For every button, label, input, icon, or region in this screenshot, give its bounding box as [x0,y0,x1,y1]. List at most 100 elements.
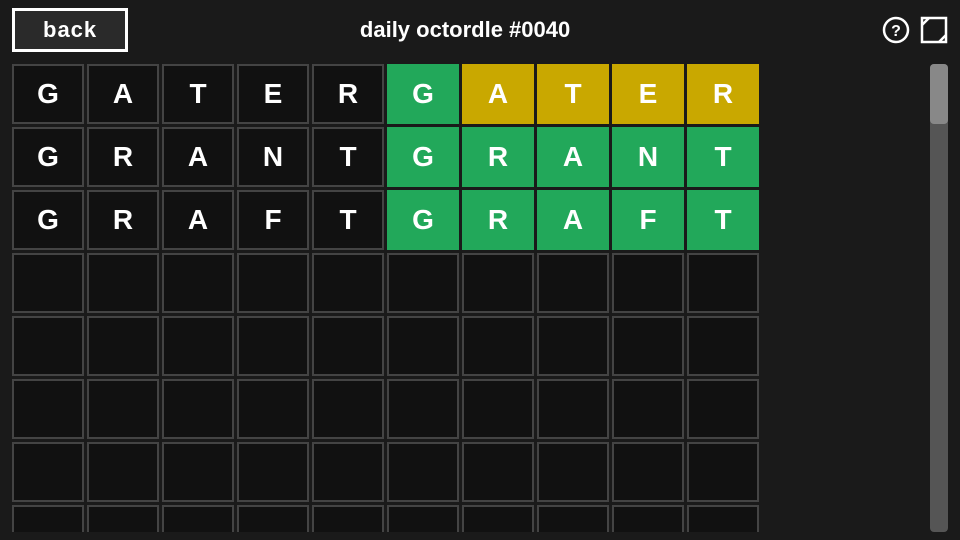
cell-6-1 [87,442,159,502]
game-title: daily octordle #0040 [64,17,866,43]
cell-1-1: R [87,127,159,187]
svg-text:?: ? [891,23,901,40]
cell-2-3: F [237,190,309,250]
help-button[interactable]: ? [882,16,910,44]
cell-3-3 [237,253,309,313]
cell-5-1 [87,379,159,439]
cell-7-9 [687,505,759,532]
cell-1-5: G [387,127,459,187]
grid-row-2: GRAFTGRAFT [12,190,924,250]
cell-3-4 [312,253,384,313]
cell-0-3: E [237,64,309,124]
cell-6-4 [312,442,384,502]
cell-6-9 [687,442,759,502]
cell-6-2 [162,442,234,502]
cell-1-8: N [612,127,684,187]
cell-5-5 [387,379,459,439]
cell-7-7 [537,505,609,532]
cell-3-2 [162,253,234,313]
cell-2-4: T [312,190,384,250]
cell-0-5: G [387,64,459,124]
cell-2-6: R [462,190,534,250]
scrollbar-thumb[interactable] [930,64,948,124]
cell-1-0: G [12,127,84,187]
cell-5-8 [612,379,684,439]
grid-row-1: GRANTGRANT [12,127,924,187]
cell-2-2: A [162,190,234,250]
cell-4-2 [162,316,234,376]
grid-row-6 [12,442,924,502]
cell-4-4 [312,316,384,376]
cell-0-1: A [87,64,159,124]
cell-7-6 [462,505,534,532]
scrollbar-track[interactable] [930,64,948,532]
grid-row-0: GATERGATER [12,64,924,124]
cell-2-9: T [687,190,759,250]
cell-6-8 [612,442,684,502]
cell-7-3 [237,505,309,532]
cell-6-5 [387,442,459,502]
cell-4-9 [687,316,759,376]
cell-2-7: A [537,190,609,250]
cell-3-7 [537,253,609,313]
cell-3-5 [387,253,459,313]
cell-3-1 [87,253,159,313]
main-area: GATERGATERGRANTGRANTGRAFTGRAFT [0,60,960,540]
cell-3-9 [687,253,759,313]
cell-5-3 [237,379,309,439]
cell-5-0 [12,379,84,439]
cell-7-0 [12,505,84,532]
cell-7-2 [162,505,234,532]
cell-3-0 [12,253,84,313]
cell-6-7 [537,442,609,502]
help-icon: ? [882,16,910,44]
cell-4-8 [612,316,684,376]
cell-4-1 [87,316,159,376]
cell-5-6 [462,379,534,439]
cell-6-3 [237,442,309,502]
cell-0-7: T [537,64,609,124]
header: back daily octordle #0040 ? [0,0,960,60]
cell-4-5 [387,316,459,376]
cell-4-7 [537,316,609,376]
cell-1-7: A [537,127,609,187]
cell-1-3: N [237,127,309,187]
cell-4-3 [237,316,309,376]
cell-1-4: T [312,127,384,187]
cell-4-0 [12,316,84,376]
cell-5-4 [312,379,384,439]
grid-container: GATERGATERGRANTGRANTGRAFTGRAFT [12,64,924,532]
cell-0-8: E [612,64,684,124]
cell-7-1 [87,505,159,532]
grid-row-4 [12,316,924,376]
grid-row-5 [12,379,924,439]
cell-0-6: A [462,64,534,124]
cell-0-4: R [312,64,384,124]
cell-2-0: G [12,190,84,250]
cell-4-6 [462,316,534,376]
cell-5-7 [537,379,609,439]
expand-button[interactable] [920,16,948,44]
cell-6-6 [462,442,534,502]
cell-5-9 [687,379,759,439]
cell-2-8: F [612,190,684,250]
cell-5-2 [162,379,234,439]
cell-7-4 [312,505,384,532]
cell-3-8 [612,253,684,313]
cell-0-9: R [687,64,759,124]
cell-6-0 [12,442,84,502]
cell-0-0: G [12,64,84,124]
grid-row-3 [12,253,924,313]
cell-3-6 [462,253,534,313]
cell-1-9: T [687,127,759,187]
grid-row-7 [12,505,924,532]
expand-icon [920,16,948,44]
cell-1-2: A [162,127,234,187]
cell-1-6: R [462,127,534,187]
cell-7-8 [612,505,684,532]
cell-2-1: R [87,190,159,250]
cell-0-2: T [162,64,234,124]
header-icons: ? [882,16,948,44]
cell-7-5 [387,505,459,532]
cell-2-5: G [387,190,459,250]
